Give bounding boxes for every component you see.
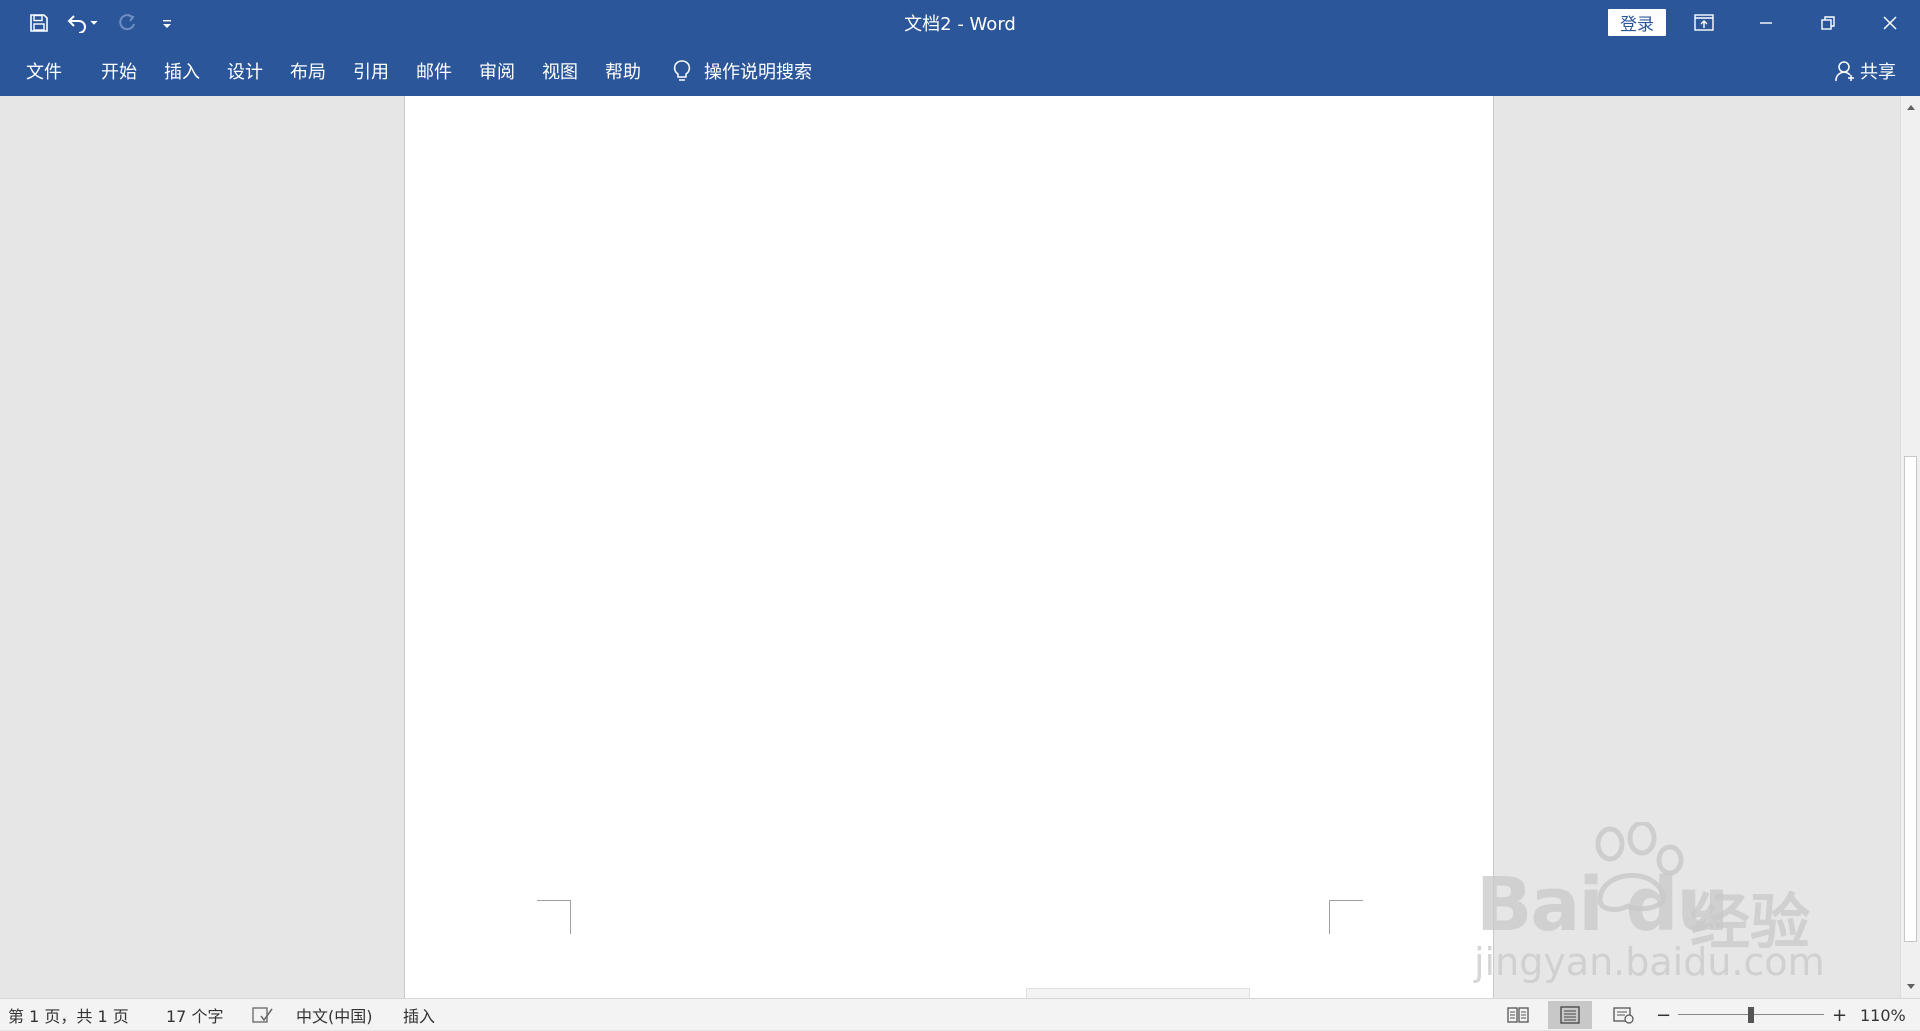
share-label: 共享: [1860, 62, 1896, 83]
tell-me-label: 操作说明搜索: [704, 62, 812, 83]
print-layout-icon: [1560, 1006, 1580, 1024]
share-button[interactable]: 共享: [1834, 46, 1896, 96]
arrow-down-icon: [1906, 984, 1915, 989]
ribbon-display-icon: [1694, 14, 1714, 31]
watermark-url: jingyan.baidu.com: [1474, 940, 1825, 984]
word-count[interactable]: 17 个字: [166, 999, 223, 1031]
quick-access-toolbar: [22, 7, 184, 39]
tab-help[interactable]: 帮助: [605, 46, 641, 96]
redo-button[interactable]: [110, 8, 144, 38]
zoom-out-button[interactable]: −: [1656, 999, 1671, 1031]
tab-view[interactable]: 视图: [542, 46, 578, 96]
customize-qat-button[interactable]: [150, 8, 184, 38]
page-count[interactable]: 第 1 页，共 1 页: [8, 999, 129, 1031]
zoom-level[interactable]: 110%: [1860, 999, 1906, 1031]
read-mode-button[interactable]: [1496, 1001, 1540, 1029]
minimize-icon: [1760, 22, 1772, 24]
web-layout-icon: [1613, 1007, 1634, 1024]
status-bar: 第 1 页，共 1 页 17 个字 中文(中国) 插入 − + 110%: [0, 998, 1920, 1030]
tab-review[interactable]: 审阅: [479, 46, 515, 96]
minimize-button[interactable]: [1736, 0, 1796, 46]
tab-design[interactable]: 设计: [227, 46, 263, 96]
restore-button[interactable]: [1798, 0, 1858, 46]
ribbon-tabs: 文件 开始 插入 设计 布局 引用 邮件 审阅 视图 帮助 操作说明搜索 共享: [0, 46, 1920, 96]
undo-button[interactable]: [62, 8, 104, 38]
tab-file[interactable]: 文件: [26, 46, 62, 96]
tab-mailings[interactable]: 邮件: [416, 46, 452, 96]
close-icon: [1883, 16, 1897, 30]
lightbulb-icon: [673, 60, 691, 81]
vertical-scrollbar[interactable]: [1900, 96, 1920, 998]
save-button[interactable]: [22, 8, 56, 38]
redo-icon: [119, 14, 135, 31]
scroll-down-button[interactable]: [1901, 978, 1920, 996]
restore-icon: [1821, 16, 1835, 30]
title-bar: 文档2 - Word 登录: [0, 0, 1920, 46]
document-page[interactable]: [404, 96, 1494, 998]
save-icon: [30, 14, 48, 32]
zoom-slider-thumb[interactable]: [1748, 1007, 1754, 1023]
login-button[interactable]: 登录: [1608, 9, 1666, 36]
zoom-in-button[interactable]: +: [1832, 999, 1847, 1031]
margin-mark-bottom-right: [1329, 900, 1363, 934]
tab-home[interactable]: 开始: [101, 46, 137, 96]
arrow-up-icon: [1906, 105, 1915, 110]
read-mode-icon: [1507, 1007, 1529, 1023]
person-icon: [1835, 61, 1854, 82]
ribbon-display-options-button[interactable]: [1674, 0, 1734, 46]
proofing-icon: [252, 1007, 273, 1023]
tab-insert[interactable]: 插入: [164, 46, 200, 96]
print-layout-button[interactable]: [1548, 1001, 1592, 1029]
undo-icon: [67, 15, 98, 33]
baidu-jingyan-watermark: Bai du 经验 jingyan.baidu.com: [1470, 822, 1825, 992]
scroll-thumb[interactable]: [1904, 456, 1917, 942]
language-indicator[interactable]: 中文(中国): [296, 999, 373, 1031]
tell-me-search[interactable]: 操作说明搜索: [672, 46, 812, 96]
scroll-up-button[interactable]: [1901, 98, 1920, 116]
insert-mode-indicator[interactable]: 插入: [403, 999, 435, 1031]
proofing-button[interactable]: [252, 999, 274, 1031]
web-layout-button[interactable]: [1602, 1001, 1646, 1029]
customize-qat-icon: [163, 20, 171, 28]
close-button[interactable]: [1860, 0, 1920, 46]
tab-references[interactable]: 引用: [353, 46, 389, 96]
margin-mark-bottom-left: [537, 900, 571, 934]
tab-layout[interactable]: 布局: [290, 46, 326, 96]
